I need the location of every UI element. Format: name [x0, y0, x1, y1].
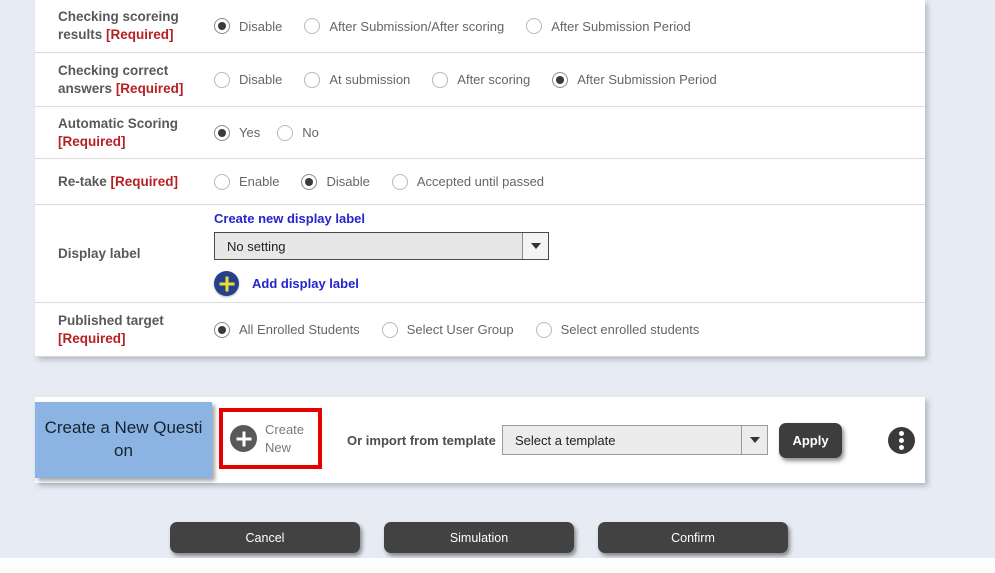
display-label-dropdown-value: No setting: [215, 233, 522, 259]
radio-option-label: Disable: [239, 19, 282, 34]
radio-option-at-submission[interactable]: At submission: [304, 72, 410, 88]
radio-option-label: Yes: [239, 125, 260, 140]
radio-option-label: After scoring: [457, 72, 530, 87]
radio-option-select-enrolled-students[interactable]: Select enrolled students: [536, 322, 700, 338]
row-label: Checking scoreing results [Required]: [35, 8, 211, 43]
section-title: Create a New Question: [35, 402, 212, 478]
radio-icon: [214, 72, 230, 88]
template-dropdown[interactable]: Select a template: [502, 425, 768, 455]
radio-icon: [214, 125, 230, 141]
radio-icon: [432, 72, 448, 88]
radio-option-yes[interactable]: Yes: [214, 125, 260, 141]
form-row-display-label: Display label Create new display label N…: [35, 205, 925, 303]
radio-option-label: All Enrolled Students: [239, 322, 360, 337]
confirm-button[interactable]: Confirm: [598, 522, 788, 553]
row-label: Published target [Required]: [35, 312, 211, 347]
radio-icon: [304, 72, 320, 88]
row-label: Re-take [Required]: [35, 173, 211, 191]
radio-option-label: Disable: [239, 72, 282, 87]
cancel-button[interactable]: Cancel: [170, 522, 360, 553]
form-row-checking-correct-answers: Checking correct answers [Required] Disa…: [35, 53, 925, 107]
radio-group-published-target: All Enrolled Students Select User Group …: [214, 322, 699, 338]
radio-option-after-submission-period[interactable]: After Submission Period: [552, 72, 716, 88]
form-row-retake: Re-take [Required] Enable Disable Accept…: [35, 159, 925, 205]
radio-option-label: Select User Group: [407, 322, 514, 337]
bottom-strip: [0, 558, 995, 573]
radio-option-label: At submission: [329, 72, 410, 87]
radio-icon: [301, 174, 317, 190]
plus-icon: [214, 271, 239, 296]
radio-option-all-enrolled-students[interactable]: All Enrolled Students: [214, 322, 360, 338]
radio-option-label: No: [302, 125, 319, 140]
plus-icon: [230, 425, 257, 452]
radio-option-label: After Submission Period: [577, 72, 716, 87]
radio-icon: [536, 322, 552, 338]
radio-option-enable[interactable]: Enable: [214, 174, 279, 190]
radio-option-no[interactable]: No: [277, 125, 319, 141]
template-dropdown-value: Select a template: [503, 426, 741, 454]
create-new-button[interactable]: Create New: [219, 408, 322, 469]
create-new-question-section: Create a New Question Create New Or impo…: [35, 397, 925, 483]
display-label-dropdown[interactable]: No setting: [214, 232, 549, 260]
row-label-text: Published target: [58, 313, 164, 328]
row-label-text: Display label: [58, 246, 141, 261]
radio-option-accepted-until-passed[interactable]: Accepted until passed: [392, 174, 544, 190]
apply-button[interactable]: Apply: [779, 423, 842, 458]
radio-icon: [392, 174, 408, 190]
row-label-text: Re-take: [58, 174, 107, 189]
row-label: Automatic Scoring [Required]: [35, 115, 211, 150]
form-row-checking-scoring-results: Checking scoreing results [Required] Dis…: [35, 0, 925, 53]
radio-group-checking-correct-answers: Disable At submission After scoring Afte…: [214, 72, 717, 88]
display-label-controls: Create new display label No setting Add …: [214, 211, 549, 296]
chevron-down-icon: [741, 426, 767, 454]
radio-option-select-user-group[interactable]: Select User Group: [382, 322, 514, 338]
radio-group-automatic-scoring: Yes No: [214, 125, 319, 141]
quiz-settings-form: Checking scoreing results [Required] Dis…: [35, 0, 925, 357]
radio-option-disable[interactable]: Disable: [301, 174, 369, 190]
import-from-template-label: Or import from template: [347, 397, 496, 483]
create-new-button-label: Create New: [265, 421, 317, 456]
row-label: Checking correct answers [Required]: [35, 62, 211, 97]
required-badge: [Required]: [116, 81, 184, 96]
create-new-display-label-link[interactable]: Create new display label: [214, 211, 365, 226]
radio-group-retake: Enable Disable Accepted until passed: [214, 174, 544, 190]
simulation-button[interactable]: Simulation: [384, 522, 574, 553]
add-display-label-button[interactable]: Add display label: [214, 271, 359, 296]
radio-option-label: After Submission/After scoring: [329, 19, 504, 34]
required-badge: [Required]: [106, 27, 174, 42]
radio-option-disable[interactable]: Disable: [214, 18, 282, 34]
radio-option-label: Enable: [239, 174, 279, 189]
required-badge: [Required]: [58, 331, 126, 346]
required-badge: [Required]: [58, 134, 126, 149]
row-label-text: Automatic Scoring: [58, 116, 178, 131]
kebab-menu-icon[interactable]: [888, 427, 915, 454]
radio-group-checking-scoring-results: Disable After Submission/After scoring A…: [214, 18, 691, 34]
form-row-published-target: Published target [Required] All Enrolled…: [35, 303, 925, 357]
row-label: Display label: [35, 245, 211, 263]
kebab-dots: [899, 438, 904, 443]
form-row-automatic-scoring: Automatic Scoring [Required] Yes No: [35, 107, 925, 159]
radio-option-after-submission-period[interactable]: After Submission Period: [526, 18, 690, 34]
radio-icon: [382, 322, 398, 338]
radio-icon: [304, 18, 320, 34]
radio-option-label: Disable: [326, 174, 369, 189]
radio-option-after-submission-after-scoring[interactable]: After Submission/After scoring: [304, 18, 504, 34]
required-badge: [Required]: [111, 174, 179, 189]
radio-option-label: Accepted until passed: [417, 174, 544, 189]
radio-icon: [214, 322, 230, 338]
radio-icon: [552, 72, 568, 88]
radio-option-after-scoring[interactable]: After scoring: [432, 72, 530, 88]
radio-icon: [214, 18, 230, 34]
radio-icon: [277, 125, 293, 141]
radio-option-label: After Submission Period: [551, 19, 690, 34]
radio-icon: [526, 18, 542, 34]
chevron-down-icon: [522, 233, 548, 259]
radio-option-disable[interactable]: Disable: [214, 72, 282, 88]
radio-option-label: Select enrolled students: [561, 322, 700, 337]
radio-icon: [214, 174, 230, 190]
add-display-label-text: Add display label: [252, 276, 359, 291]
